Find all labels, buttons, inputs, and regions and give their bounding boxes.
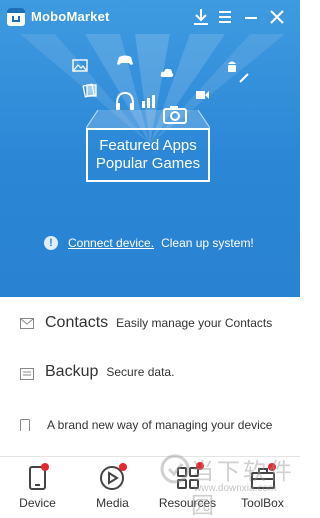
- backup-title: Backup: [45, 363, 99, 380]
- device-manage-desc: A brand new way of managing your device: [47, 418, 273, 432]
- bottom-nav: Device Media Resources ToolBox: [0, 456, 300, 518]
- titlebar: MoboMarket: [0, 0, 300, 34]
- hero-banner: Featured Apps Popular Games ! Connect de…: [0, 0, 300, 297]
- chart-icon: [142, 95, 155, 108]
- connect-row: ! Connect device. Clean up system!: [44, 235, 254, 251]
- gamepad-icon: [117, 55, 133, 65]
- video-icon: [196, 91, 209, 99]
- cloud-icon: [160, 68, 174, 77]
- nav-toolbox-label: ToolBox: [241, 496, 284, 510]
- cards-icon: [82, 83, 97, 98]
- mail-icon: [20, 318, 34, 329]
- nav-device-label: Device: [19, 496, 56, 510]
- backup-icon: [20, 368, 34, 380]
- nav-device[interactable]: Device: [0, 457, 75, 518]
- device-badge: [41, 463, 49, 471]
- nav-media-label: Media: [96, 496, 129, 510]
- contacts-row[interactable]: Contacts Easily manage your Contacts: [20, 314, 272, 332]
- clean-up-text: Clean up system!: [161, 236, 254, 250]
- featured-apps-label: Featured Apps: [99, 137, 197, 154]
- contacts-title: Contacts: [45, 314, 109, 331]
- popular-games-label: Popular Games: [95, 155, 201, 172]
- minimize-icon[interactable]: [240, 6, 262, 28]
- pencil-icon: [239, 73, 249, 83]
- info-icon: !: [44, 236, 58, 250]
- backup-row[interactable]: Backup Secure data.: [20, 363, 174, 381]
- nav-resources-label: Resources: [158, 496, 217, 510]
- phone-icon: [20, 419, 30, 431]
- media-badge: [119, 463, 127, 471]
- app-title: MoboMarket: [31, 9, 110, 24]
- android-icon: [228, 61, 236, 72]
- app-logo-icon: [7, 8, 25, 26]
- device-manage-row[interactable]: A brand new way of managing your device: [20, 418, 272, 432]
- photo-icon: [72, 59, 88, 72]
- featured-box[interactable]: Featured Apps Popular Games: [86, 128, 210, 182]
- close-icon[interactable]: [266, 6, 288, 28]
- download-icon[interactable]: [190, 6, 212, 28]
- contacts-desc: Easily manage your Contacts: [116, 316, 273, 330]
- backup-desc: Secure data.: [106, 365, 175, 379]
- menu-icon[interactable]: [214, 6, 236, 28]
- resources-badge: [196, 462, 204, 470]
- toolbox-badge: [268, 463, 276, 471]
- connect-device-link[interactable]: Connect device.: [68, 236, 154, 250]
- nav-resources[interactable]: Resources: [150, 457, 225, 518]
- nav-toolbox[interactable]: ToolBox: [225, 457, 300, 518]
- nav-media[interactable]: Media: [75, 457, 150, 518]
- headphones-icon: [116, 91, 134, 110]
